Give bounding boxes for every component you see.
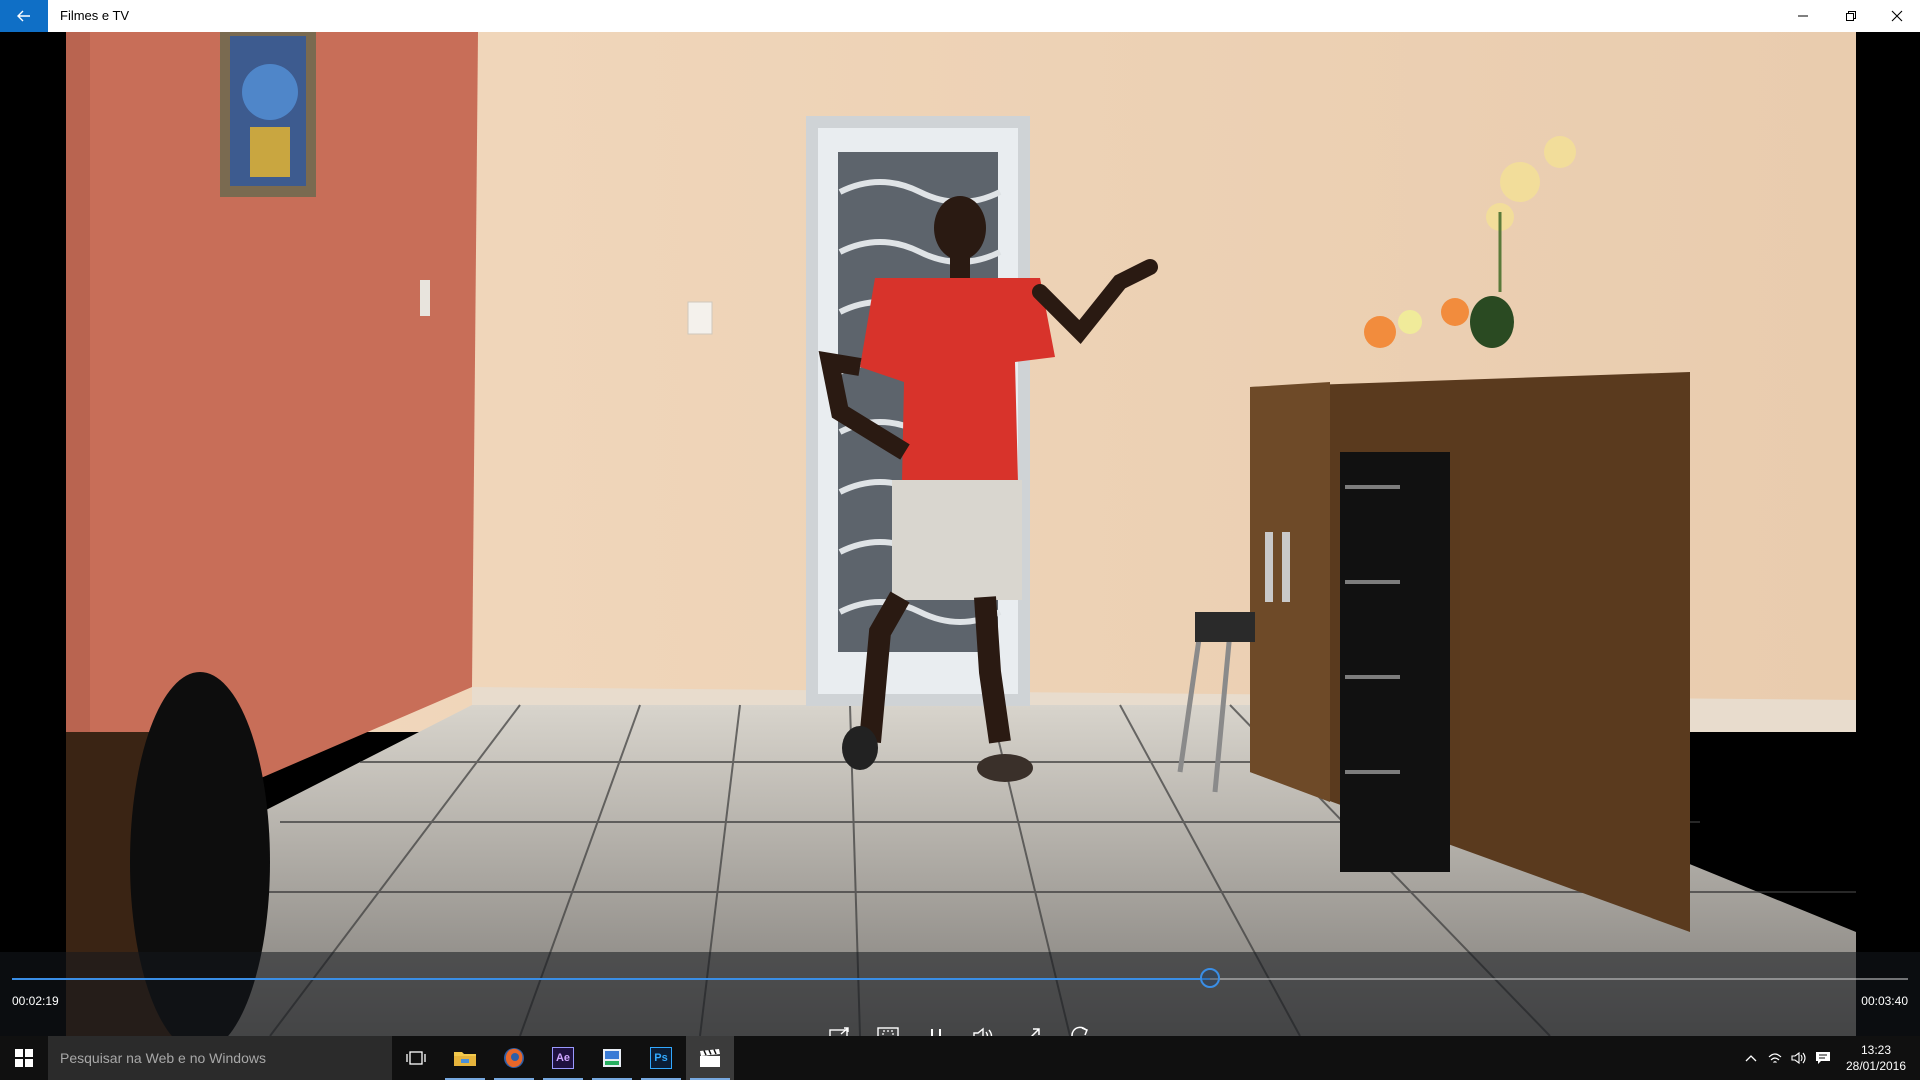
media-encoder-icon — [603, 1049, 621, 1067]
after-effects-label: Ae — [555, 1052, 571, 1064]
firefox-icon — [504, 1048, 524, 1068]
time-elapsed: 00:02:19 — [12, 994, 59, 1008]
taskbar-file-explorer[interactable] — [441, 1036, 489, 1080]
pause-icon — [931, 1029, 941, 1036]
video-surface[interactable]: 00:02:19 00:03:40 — [0, 32, 1920, 1036]
taskbar-firefox[interactable] — [490, 1036, 538, 1080]
player-controls: 00:02:19 00:03:40 — [0, 952, 1920, 1036]
search-box[interactable] — [48, 1036, 392, 1080]
volume-tray-button[interactable] — [1788, 1036, 1810, 1080]
aspect-ratio-button[interactable] — [870, 1018, 906, 1036]
seek-progress — [12, 978, 1211, 980]
window-title: Filmes e TV — [60, 8, 130, 23]
time-total: 00:03:40 — [1861, 994, 1908, 1008]
taskbar-media-app[interactable] — [588, 1036, 636, 1080]
show-hidden-icons-button[interactable] — [1740, 1036, 1762, 1080]
photoshop-icon: Ps — [650, 1047, 672, 1069]
back-button[interactable] — [0, 0, 48, 32]
start-button[interactable] — [0, 1036, 48, 1080]
chevron-up-icon — [1745, 1055, 1757, 1062]
taskbar-filmes-e-tv[interactable] — [686, 1036, 734, 1080]
taskbar: Ae Ps — [0, 1036, 1920, 1080]
fullscreen-icon — [1030, 1028, 1040, 1036]
clock[interactable]: 13:23 28/01/2016 — [1836, 1042, 1916, 1074]
cast-button[interactable] — [822, 1018, 858, 1036]
aspect-ratio-icon — [877, 1027, 899, 1036]
taskbar-after-effects[interactable]: Ae — [539, 1036, 587, 1080]
arrow-left-icon — [17, 10, 30, 22]
seek-thumb[interactable] — [1200, 968, 1221, 988]
video-frame — [0, 32, 1920, 1036]
network-button[interactable] — [1764, 1036, 1786, 1080]
fullscreen-button[interactable] — [1014, 1018, 1050, 1036]
photoshop-label: Ps — [654, 1052, 668, 1064]
close-button[interactable] — [1874, 0, 1920, 32]
volume-button[interactable] — [966, 1018, 1002, 1036]
action-center-button[interactable] — [1812, 1036, 1834, 1080]
title-bar: Filmes e TV — [0, 0, 1920, 32]
notification-icon — [1816, 1052, 1830, 1064]
wifi-icon — [1768, 1053, 1782, 1063]
search-input[interactable] — [60, 1036, 380, 1080]
minimize-icon — [1798, 15, 1808, 17]
cast-icon — [829, 1027, 849, 1036]
repeat-icon — [1071, 1026, 1088, 1036]
task-view-icon — [406, 1051, 426, 1065]
taskbar-photoshop[interactable]: Ps — [637, 1036, 685, 1080]
folder-icon — [454, 1052, 476, 1066]
task-view-button[interactable] — [392, 1036, 440, 1080]
clock-date: 28/01/2016 — [1845, 1059, 1907, 1073]
windows-logo-icon — [15, 1049, 33, 1067]
close-icon — [1891, 10, 1903, 22]
clock-time: 13:23 — [1860, 1043, 1892, 1057]
restore-button[interactable] — [1828, 0, 1874, 32]
speaker-icon — [1791, 1051, 1806, 1065]
restore-icon — [1846, 11, 1856, 21]
seek-bar[interactable] — [12, 968, 1908, 988]
repeat-button[interactable] — [1062, 1018, 1098, 1036]
volume-icon — [973, 1027, 993, 1036]
pause-button[interactable] — [918, 1018, 954, 1036]
after-effects-icon: Ae — [552, 1047, 574, 1069]
minimize-button[interactable] — [1780, 0, 1826, 32]
clapperboard-icon — [700, 1049, 720, 1067]
